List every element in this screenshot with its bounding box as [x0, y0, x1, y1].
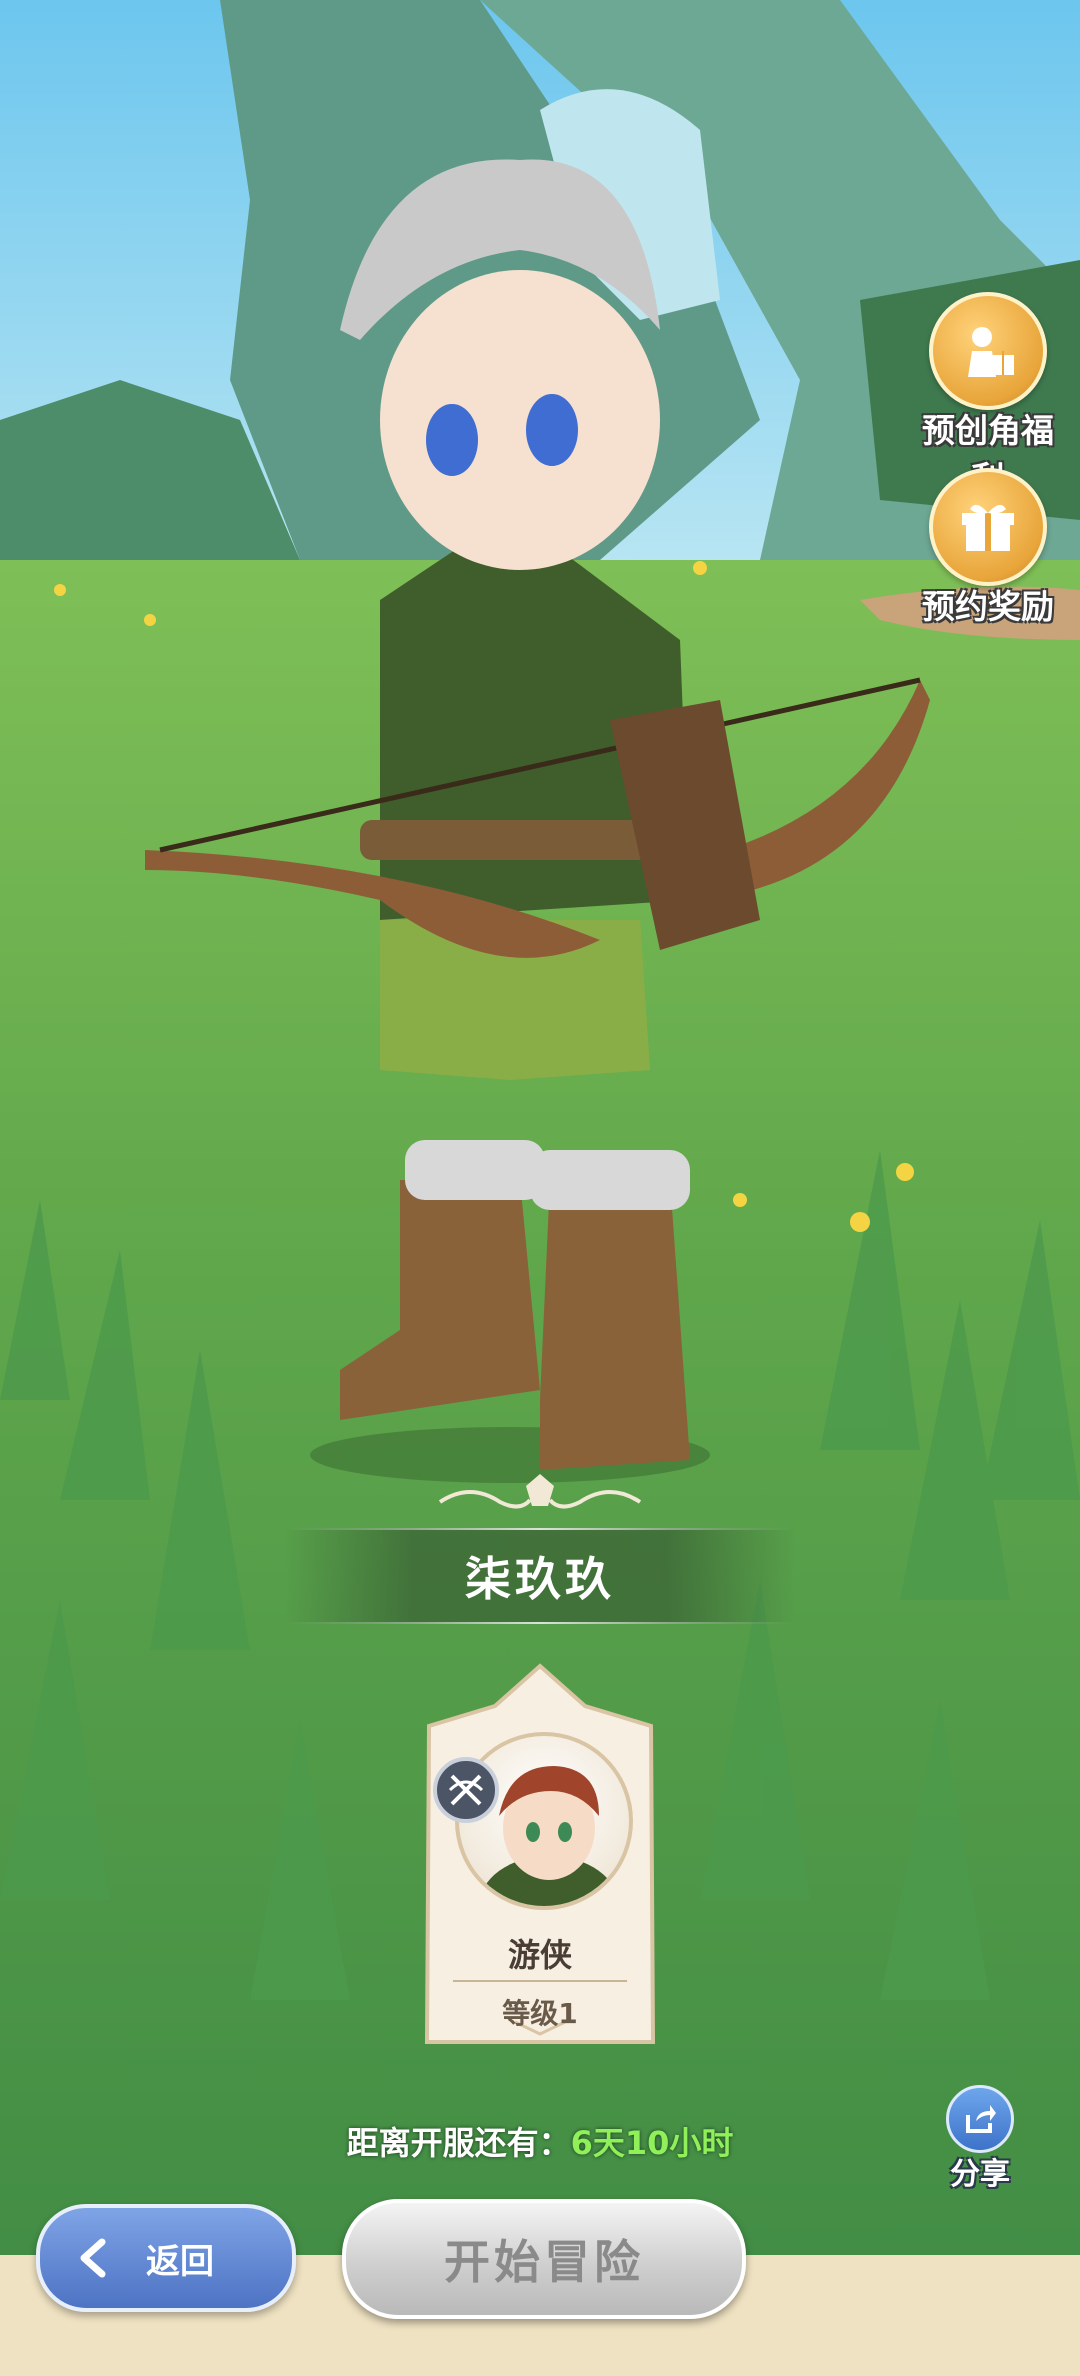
class-avatar	[455, 1732, 633, 1910]
name-ornament-icon	[438, 1474, 642, 1509]
crossed-bow-icon	[433, 1757, 499, 1823]
share-button[interactable]: 分享	[930, 2085, 1030, 2193]
character-gift-icon	[929, 292, 1047, 410]
gift-box-icon	[929, 468, 1047, 586]
class-card[interactable]: 游侠 等级1	[415, 1662, 665, 2047]
share-label: 分享	[950, 2157, 1010, 2192]
back-button[interactable]: 返回	[36, 2204, 296, 2312]
share-icon	[946, 2085, 1014, 2153]
server-open-countdown: 距离开服还有：6天10小时	[0, 2118, 1080, 2164]
start-adventure-button[interactable]: 开始冒险	[342, 2199, 746, 2319]
character-name: 柒玖玖	[465, 1552, 615, 1606]
reservation-reward-button[interactable]: 预约奖励	[908, 468, 1068, 628]
class-card-divider	[453, 1980, 627, 1982]
start-adventure-label: 开始冒险	[444, 2235, 644, 2289]
reservation-reward-label: 预约奖励	[922, 587, 1054, 626]
class-level: 等级1	[502, 1997, 578, 2030]
countdown-value: 6天10小时	[570, 2124, 734, 2162]
back-arrow-icon	[68, 2232, 120, 2284]
countdown-label: 距离开服还有：	[346, 2124, 571, 2162]
back-button-label: 返回	[146, 2241, 214, 2282]
class-name: 游侠	[507, 1936, 572, 1974]
character-name-banner: 柒玖玖	[285, 1528, 795, 1624]
